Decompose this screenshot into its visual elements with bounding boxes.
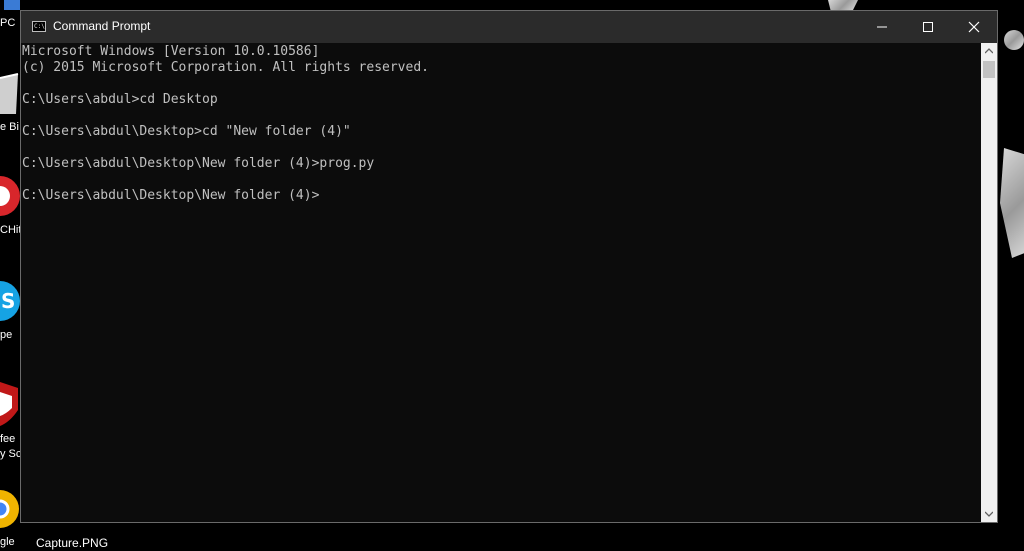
desktop-icon-label[interactable]: Capture.PNG: [36, 536, 108, 550]
skype-icon[interactable]: S: [0, 278, 20, 324]
desktop: PC e Bi CHit S pe fee y Sc gle Capture.P…: [0, 0, 1024, 551]
desktop-icon-label[interactable]: gle: [0, 536, 15, 548]
console-line: C:\Users\abdul\Desktop\New folder (4)>pr…: [22, 156, 375, 171]
desktop-icon-label[interactable]: CHit: [0, 224, 21, 236]
maximize-icon: [923, 22, 933, 32]
desktop-icon-label[interactable]: e Bi: [0, 121, 19, 133]
console-app-icon[interactable]: C:\: [32, 21, 46, 32]
console-line: C:\Users\abdul\Desktop>cd "New folder (4…: [22, 124, 351, 139]
command-prompt-window: C:\ Command Prompt Microsoft Windows [Ve…: [20, 10, 998, 523]
window-title: Command Prompt: [53, 19, 151, 33]
minimize-icon: [877, 26, 887, 28]
wallpaper-rock: [1004, 30, 1024, 50]
console-line: C:\Users\abdul>cd Desktop: [22, 92, 218, 107]
minimize-button[interactable]: [859, 11, 905, 43]
close-button[interactable]: [951, 11, 997, 43]
vertical-scrollbar[interactable]: [981, 43, 997, 522]
console-line: (c) 2015 Microsoft Corporation. All righ…: [22, 60, 429, 75]
scroll-down-button[interactable]: [981, 506, 997, 522]
svg-text:S: S: [1, 289, 15, 313]
maximize-button[interactable]: [905, 11, 951, 43]
recycle-bin-icon[interactable]: [0, 70, 20, 116]
console-line: Microsoft Windows [Version 10.0.10586]: [22, 44, 320, 59]
scroll-thumb[interactable]: [983, 61, 995, 78]
this-pc-icon[interactable]: [0, 0, 20, 14]
console-output[interactable]: Microsoft Windows [Version 10.0.10586] (…: [21, 43, 981, 522]
desktop-icon-label[interactable]: PC: [0, 17, 15, 29]
app-icon[interactable]: [0, 172, 20, 220]
chevron-down-icon: [985, 511, 993, 517]
title-bar[interactable]: C:\ Command Prompt: [21, 11, 997, 43]
console-app-icon-text: C:\: [34, 23, 45, 30]
console-prompt-line: C:\Users\abdul\Desktop\New folder (4)>: [22, 188, 320, 203]
chrome-icon[interactable]: [0, 488, 20, 530]
desktop-icon-label[interactable]: pe: [0, 329, 12, 341]
scroll-up-button[interactable]: [981, 43, 997, 59]
desktop-icon-label[interactable]: fee: [0, 433, 15, 445]
mcafee-icon[interactable]: [0, 380, 20, 428]
close-icon: [968, 21, 980, 33]
wallpaper-rock: [1000, 148, 1024, 258]
chevron-up-icon: [985, 48, 993, 54]
desktop-icon-label[interactable]: y Sc: [0, 448, 21, 460]
